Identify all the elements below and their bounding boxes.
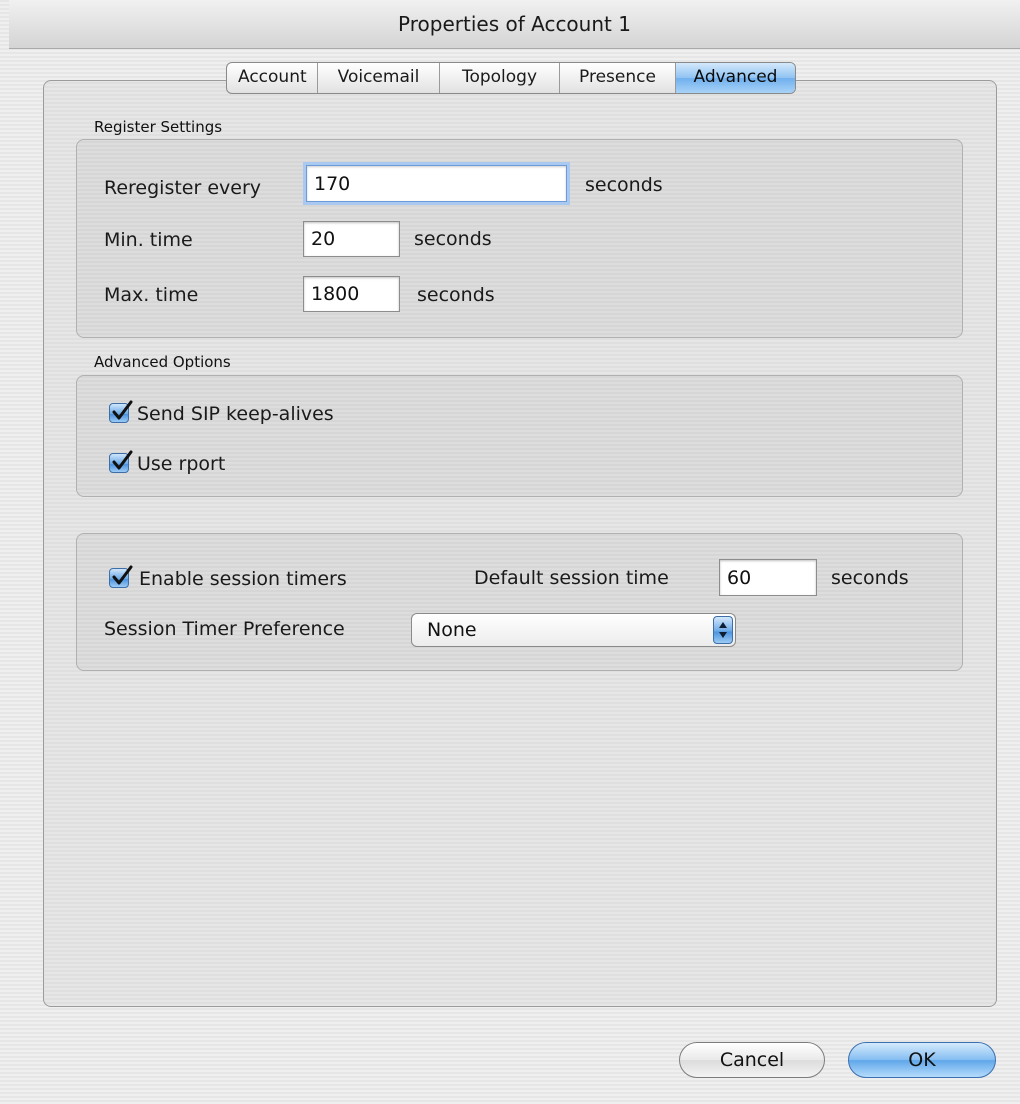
advanced-options-group	[76, 375, 963, 497]
max-time-unit: seconds	[417, 284, 495, 306]
session-timers-group	[76, 533, 963, 671]
use-rport-checkbox[interactable]	[109, 450, 133, 473]
enable-session-timers-checkbox[interactable]	[109, 565, 133, 588]
default-session-time-label: Default session time	[474, 567, 669, 589]
ok-button[interactable]: OK	[848, 1042, 996, 1078]
register-settings-heading: Register Settings	[94, 118, 223, 136]
checkmark-icon	[112, 565, 133, 585]
send-keepalives-checkbox[interactable]	[109, 400, 133, 423]
reregister-unit: seconds	[585, 174, 663, 196]
send-keepalives-label[interactable]: Send SIP keep-alives	[137, 403, 334, 425]
max-time-label: Max. time	[104, 284, 199, 306]
tab-voicemail[interactable]: Voicemail	[318, 63, 440, 93]
tab-account[interactable]: Account	[227, 63, 318, 93]
session-timer-preference-select[interactable]: None	[411, 613, 736, 647]
updown-arrows-icon	[713, 616, 733, 644]
cancel-button[interactable]: Cancel	[679, 1042, 825, 1078]
title-bar: Properties of Account 1	[9, 0, 1020, 49]
tab-advanced[interactable]: Advanced	[676, 63, 795, 93]
tab-topology[interactable]: Topology	[440, 63, 560, 93]
checkmark-icon	[112, 450, 133, 470]
tab-bar: Account Voicemail Topology Presence Adva…	[226, 62, 796, 94]
min-time-input[interactable]	[303, 221, 400, 257]
use-rport-label[interactable]: Use rport	[137, 453, 225, 475]
advanced-options-heading: Advanced Options	[94, 353, 231, 371]
min-time-unit: seconds	[414, 228, 492, 250]
enable-session-timers-label[interactable]: Enable session timers	[139, 568, 347, 590]
checkmark-icon	[112, 400, 133, 420]
session-timer-preference-value: None	[427, 619, 477, 641]
reregister-input[interactable]	[306, 165, 567, 202]
min-time-label: Min. time	[104, 229, 193, 251]
tab-presence[interactable]: Presence	[560, 63, 676, 93]
window-title: Properties of Account 1	[398, 12, 631, 36]
default-session-time-unit: seconds	[831, 567, 909, 589]
default-session-time-input[interactable]	[719, 559, 817, 596]
reregister-label: Reregister every	[104, 177, 262, 199]
max-time-input[interactable]	[303, 276, 400, 312]
session-timer-preference-label: Session Timer Preference	[104, 618, 345, 640]
